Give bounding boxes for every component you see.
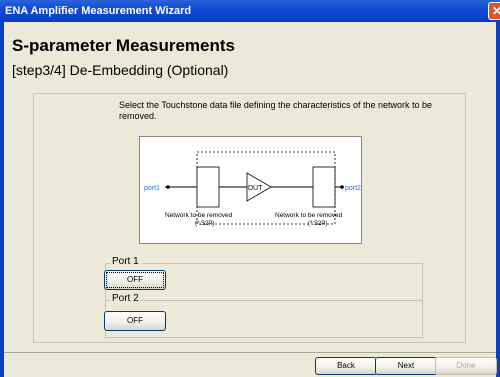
left-network-box [196,166,220,208]
window-frame-left [0,22,4,377]
port2-dot [340,185,344,189]
port2-off-button[interactable]: OFF [104,311,166,331]
page-title: S-parameter Measurements [12,36,235,55]
left-network-ext: (*.S2P) [195,221,214,227]
window-title: ENA Amplifier Measurement Wizard [5,5,192,17]
port2-label: port2 [345,185,361,192]
left-network-label: Network to be removed [165,212,233,219]
right-network-box [312,166,336,208]
back-button[interactable]: Back [315,357,377,375]
port1-off-button[interactable]: OFF [104,270,166,290]
port1-label: port1 [144,185,160,192]
de-embedding-diagram: port1 DUT port2 Network to be removed (*… [139,136,362,244]
dut-label: DUT [248,185,263,192]
network-diagram-svg: port1 DUT port2 Network to be removed (*… [144,151,361,227]
port1-dot [166,185,170,189]
close-button[interactable]: ✕ [488,2,500,20]
step-title: [step3/4] De-Embedding (Optional) [12,62,229,78]
port2-group-label: Port 2 [110,293,141,304]
footer-divider [4,352,496,353]
window-frame-right [496,22,500,377]
right-network-label: Network to be removed [275,212,343,219]
right-network-ext: (*.S2P) [308,221,327,227]
next-button[interactable]: Next [375,357,437,375]
done-button[interactable]: Done [435,357,497,375]
instruction-text: Select the Touchstone data file defining… [119,100,433,121]
title-bar: ENA Amplifier Measurement Wizard [0,0,500,22]
port1-group-label: Port 1 [110,256,141,267]
